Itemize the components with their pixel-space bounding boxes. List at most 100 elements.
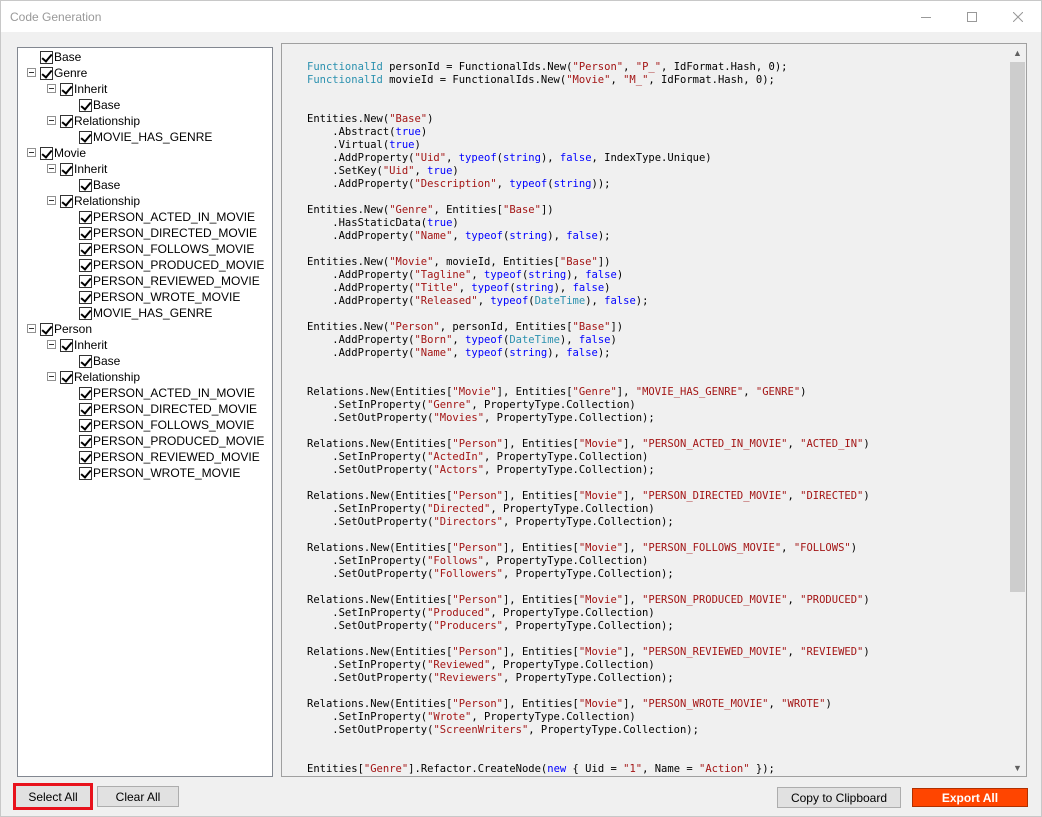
tree-node[interactable]: Relationship bbox=[47, 369, 140, 385]
tree-checkbox[interactable] bbox=[79, 242, 92, 256]
code-token: , bbox=[414, 165, 428, 177]
tree-node[interactable]: PERSON_FOLLOWS_MOVIE bbox=[79, 241, 254, 257]
code-token: "Follows" bbox=[427, 555, 485, 567]
code-token: typeof bbox=[458, 152, 497, 164]
select-all-button[interactable]: Select All bbox=[13, 783, 93, 810]
tree-checkbox[interactable] bbox=[40, 322, 53, 336]
tree-node[interactable]: MOVIE_HAS_GENRE bbox=[79, 129, 212, 145]
tree-checkbox[interactable] bbox=[60, 194, 73, 208]
tree-checkbox[interactable] bbox=[60, 114, 73, 128]
collapse-icon[interactable] bbox=[27, 68, 36, 77]
tree-node[interactable]: Relationship bbox=[47, 113, 140, 129]
code-token: string bbox=[503, 152, 541, 164]
code-line: .AddProperty("Born", typeof(DateTime), f… bbox=[307, 334, 870, 347]
tree-checkbox[interactable] bbox=[79, 418, 92, 432]
collapse-icon[interactable] bbox=[47, 372, 56, 381]
code-token: ), bbox=[547, 230, 567, 242]
clear-all-button[interactable]: Clear All bbox=[97, 786, 179, 807]
tree-node[interactable]: PERSON_ACTED_IN_MOVIE bbox=[79, 385, 255, 401]
tree-checkbox[interactable] bbox=[60, 162, 73, 176]
code-token: ].Refactor.CreateNode( bbox=[408, 763, 548, 775]
code-token: )); bbox=[591, 178, 611, 190]
vertical-scrollbar[interactable]: ▲ ▼ bbox=[1009, 44, 1026, 776]
scroll-up-icon[interactable]: ▲ bbox=[1009, 44, 1026, 61]
code-line: .SetOutProperty("ScreenWriters", Propert… bbox=[307, 724, 870, 737]
tree-node[interactable]: PERSON_ACTED_IN_MOVIE bbox=[79, 209, 255, 225]
tree-checkbox[interactable] bbox=[79, 274, 92, 288]
tree-checkbox[interactable] bbox=[40, 66, 53, 80]
tree-checkbox[interactable] bbox=[79, 386, 92, 400]
collapse-icon[interactable] bbox=[27, 148, 36, 157]
tree-node[interactable]: Base bbox=[79, 97, 120, 113]
tree-node[interactable]: PERSON_DIRECTED_MOVIE bbox=[79, 401, 257, 417]
code-token: ) bbox=[452, 217, 459, 229]
tree-checkbox[interactable] bbox=[40, 50, 53, 64]
close-button[interactable] bbox=[995, 1, 1041, 32]
tree-node-label: Base bbox=[93, 98, 121, 112]
tree-checkbox[interactable] bbox=[79, 130, 92, 144]
code-token: .SetInProperty( bbox=[307, 711, 428, 723]
tree-checkbox[interactable] bbox=[79, 98, 92, 112]
tree-node[interactable]: Inherit bbox=[47, 81, 107, 97]
code-token: Entities.New( bbox=[307, 204, 390, 216]
tree-checkbox[interactable] bbox=[79, 178, 92, 192]
tree-checkbox[interactable] bbox=[79, 466, 92, 480]
scroll-down-icon[interactable]: ▼ bbox=[1009, 759, 1026, 776]
export-all-button[interactable]: Export All bbox=[912, 788, 1028, 807]
tree-node[interactable]: Movie bbox=[27, 145, 86, 161]
title-bar[interactable]: Code Generation bbox=[1, 1, 1041, 32]
tree-node[interactable]: Genre bbox=[27, 65, 87, 81]
tree-checkbox[interactable] bbox=[40, 146, 53, 160]
tree-checkbox[interactable] bbox=[79, 450, 92, 464]
code-token: ), bbox=[547, 347, 567, 359]
code-token: string bbox=[509, 230, 548, 242]
copy-to-clipboard-button[interactable]: Copy to Clipboard bbox=[777, 787, 901, 808]
tree-node[interactable]: Base bbox=[40, 49, 81, 65]
collapse-icon[interactable] bbox=[47, 84, 56, 93]
collapse-icon[interactable] bbox=[27, 324, 36, 333]
tree-node[interactable]: MOVIE_HAS_GENRE bbox=[79, 305, 212, 321]
maximize-button[interactable] bbox=[949, 1, 995, 32]
tree-node[interactable]: PERSON_REVIEWED_MOVIE bbox=[79, 449, 260, 465]
tree-node[interactable]: PERSON_WROTE_MOVIE bbox=[79, 465, 240, 481]
tree-checkbox[interactable] bbox=[79, 306, 92, 320]
entity-tree[interactable]: Base Genre Inherit Base Relationship MOVIE_HA… bbox=[17, 47, 273, 777]
code-token: "Movie" bbox=[566, 74, 611, 86]
tree-checkbox[interactable] bbox=[79, 354, 92, 368]
code-token: ), bbox=[585, 295, 605, 307]
tree-node[interactable]: PERSON_REVIEWED_MOVIE bbox=[79, 273, 260, 289]
code-token: "DIRECTED" bbox=[800, 490, 864, 502]
tree-node[interactable]: Relationship bbox=[47, 193, 140, 209]
tree-node-label: PERSON_PRODUCED_MOVIE bbox=[93, 258, 265, 272]
tree-node[interactable]: Inherit bbox=[47, 337, 107, 353]
tree-node[interactable]: PERSON_WROTE_MOVIE bbox=[79, 289, 240, 305]
tree-node[interactable]: PERSON_DIRECTED_MOVIE bbox=[79, 225, 257, 241]
tree-checkbox[interactable] bbox=[79, 258, 92, 272]
collapse-icon[interactable] bbox=[47, 116, 56, 125]
tree-node[interactable]: Person bbox=[27, 321, 92, 337]
tree-node[interactable]: Base bbox=[79, 353, 120, 369]
tree-node[interactable]: PERSON_FOLLOWS_MOVIE bbox=[79, 417, 254, 433]
collapse-icon[interactable] bbox=[47, 164, 56, 173]
tree-checkbox[interactable] bbox=[79, 210, 92, 224]
tree-checkbox[interactable] bbox=[60, 338, 73, 352]
collapse-icon[interactable] bbox=[47, 196, 56, 205]
minimize-button[interactable] bbox=[903, 1, 949, 32]
tree-checkbox[interactable] bbox=[79, 226, 92, 240]
code-line: .SetInProperty("Directed", PropertyType.… bbox=[307, 503, 870, 516]
code-view[interactable]: FunctionalId personId = FunctionalIds.Ne… bbox=[281, 43, 1027, 777]
tree-node[interactable]: Inherit bbox=[47, 161, 107, 177]
scroll-thumb[interactable] bbox=[1010, 62, 1025, 592]
tree-checkbox[interactable] bbox=[60, 370, 73, 384]
tree-checkbox[interactable] bbox=[79, 434, 92, 448]
tree-node[interactable]: Base bbox=[79, 177, 120, 193]
code-token: "Base" bbox=[572, 321, 611, 333]
code-line: .SetOutProperty("Producers", PropertyTyp… bbox=[307, 620, 870, 633]
tree-checkbox[interactable] bbox=[60, 82, 73, 96]
tree-checkbox[interactable] bbox=[79, 290, 92, 304]
code-token: "ScreenWriters" bbox=[433, 724, 529, 736]
tree-node[interactable]: PERSON_PRODUCED_MOVIE bbox=[79, 433, 264, 449]
collapse-icon[interactable] bbox=[47, 340, 56, 349]
tree-node[interactable]: PERSON_PRODUCED_MOVIE bbox=[79, 257, 264, 273]
tree-checkbox[interactable] bbox=[79, 402, 92, 416]
